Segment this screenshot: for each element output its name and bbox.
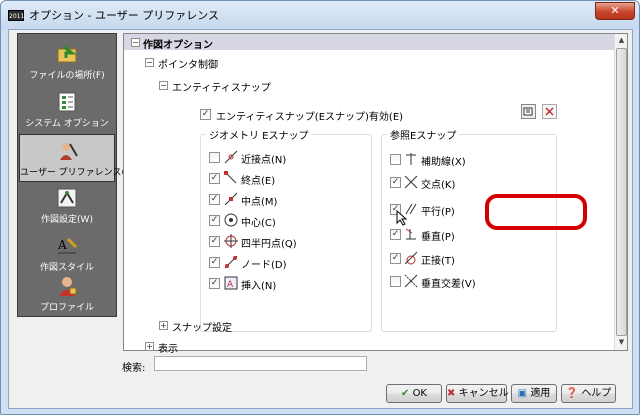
- tree-pointer-label[interactable]: ポインタ制御: [158, 56, 218, 71]
- profile-icon: [56, 275, 78, 297]
- midpoint-snap-icon: [224, 192, 238, 206]
- category-sidebar: ファイルの場所(F) システム オプション ユーザー プリファレンス(U) 作図…: [17, 33, 136, 318]
- folder-arrow-icon: [56, 43, 78, 65]
- scrollbar-thumb[interactable]: [616, 48, 627, 336]
- geometry-group-title: ジオメトリ Eスナップ: [206, 127, 312, 142]
- cancel-button-label: キャンセル: [458, 388, 509, 399]
- snap-perpendicular-label: 垂直(P): [421, 232, 455, 243]
- snap-nearest-checkbox[interactable]: [209, 152, 220, 163]
- svg-text:A: A: [57, 238, 67, 252]
- snap-tangent-checkbox[interactable]: ✓: [390, 253, 401, 264]
- help-icon: ❓: [565, 388, 579, 399]
- highlight-annotation: [485, 194, 587, 230]
- collapse-pointer-toggle[interactable]: −: [145, 58, 154, 67]
- sidebar-item-label: システム オプション: [25, 119, 109, 129]
- sidebar-item-label: ファイルの場所(F): [29, 71, 105, 81]
- check-icon: ✔: [400, 388, 410, 399]
- options-tree-panel: − 作図オプション − ポインタ制御 − エンティティスナップ ✓ エンティティ…: [123, 33, 628, 355]
- tree-root-label[interactable]: 作図オプション: [143, 36, 213, 51]
- expand-snap-settings-toggle[interactable]: +: [159, 321, 168, 330]
- cross-icon: ✖: [447, 388, 456, 399]
- apparent-intersection-snap-icon: [404, 274, 418, 288]
- snap-node-checkbox[interactable]: ✓: [209, 257, 220, 268]
- apply-icon: ▣: [517, 388, 528, 399]
- system-checklist-icon: [56, 91, 78, 113]
- svg-text:A: A: [227, 280, 234, 290]
- snap-midpoint-checkbox[interactable]: ✓: [209, 194, 220, 205]
- tree-display-label[interactable]: 表示: [158, 340, 178, 355]
- snap-center-checkbox[interactable]: ✓: [209, 215, 220, 226]
- extension-snap-icon: [404, 152, 418, 166]
- snap-perpendicular-checkbox[interactable]: ✓: [390, 229, 401, 240]
- snap-extension-checkbox[interactable]: [390, 154, 401, 165]
- scroll-up-arrow-icon[interactable]: ▲: [617, 36, 626, 46]
- sidebar-item-user-preferences[interactable]: ユーザー プリファレンス(U): [19, 134, 136, 182]
- sidebar-item-label: プロファイル: [39, 303, 94, 313]
- esnap-enable-label: エンティティスナップ(Eスナップ)有効(E): [216, 112, 404, 123]
- snap-endpoint-label: 終点(E): [241, 176, 276, 187]
- user-preferences-icon: [57, 140, 79, 162]
- ok-button[interactable]: ✔ OK: [386, 384, 442, 403]
- drafting-settings-icon: [56, 187, 78, 209]
- snap-center-label: 中心(C): [241, 218, 276, 229]
- search-input[interactable]: [154, 356, 367, 371]
- esnap-settings-button[interactable]: [521, 104, 536, 119]
- apply-button-label: 適用: [530, 388, 551, 399]
- center-snap-icon: [224, 213, 238, 227]
- app-icon: 2011: [8, 10, 24, 21]
- quadrant-snap-icon: [224, 234, 238, 248]
- snap-endpoint-checkbox[interactable]: ✓: [209, 173, 220, 184]
- nearest-snap-icon: [224, 150, 238, 164]
- snap-intersection-checkbox[interactable]: ✓: [390, 177, 401, 188]
- collapse-root-toggle[interactable]: −: [131, 38, 140, 47]
- node-snap-icon: [224, 255, 238, 269]
- sidebar-item-profile[interactable]: プロファイル: [19, 270, 115, 318]
- snap-apparent-intersection-label: 垂直交差(V): [421, 279, 476, 290]
- close-button[interactable]: ✕: [595, 2, 635, 20]
- ok-button-label: OK: [412, 388, 427, 399]
- sidebar-item-drafting-settings[interactable]: 作図設定(W): [19, 182, 115, 230]
- sidebar-item-label: ユーザー プリファレンス(U): [20, 168, 136, 178]
- snap-insert-label: 挿入(N): [241, 281, 277, 292]
- snap-midpoint-label: 中点(M): [241, 197, 278, 208]
- options-window: 2011 オプション - ユーザー プリファレンス ✕ ファイルの場所(F) シ…: [0, 0, 640, 415]
- snap-insert-checkbox[interactable]: ✓: [209, 278, 220, 289]
- scroll-down-arrow-icon[interactable]: ▼: [617, 338, 626, 348]
- tree-snap-settings-label[interactable]: スナップ設定: [172, 319, 232, 334]
- title-bar[interactable]: 2011 オプション - ユーザー プリファレンス ✕: [1, 1, 639, 29]
- esnap-enable-checkbox[interactable]: ✓: [200, 109, 211, 120]
- snap-node-label: ノード(D): [241, 260, 287, 271]
- collapse-esnap-toggle[interactable]: −: [159, 81, 168, 90]
- snap-parallel-label: 平行(P): [421, 207, 455, 218]
- drafting-style-icon: A: [56, 235, 78, 257]
- window-title: オプション - ユーザー プリファレンス: [29, 9, 220, 22]
- cancel-button[interactable]: ✖ キャンセル: [446, 384, 509, 403]
- insert-snap-icon: A: [224, 276, 238, 290]
- tree-esnap-label[interactable]: エンティティスナップ: [172, 79, 271, 94]
- sidebar-item-system-options[interactable]: システム オプション: [19, 86, 115, 134]
- intersection-snap-icon: [404, 175, 418, 189]
- tangent-snap-icon: [404, 251, 418, 265]
- help-button[interactable]: ❓ ヘルプ: [561, 384, 616, 403]
- search-label: 検索:: [122, 363, 146, 374]
- snap-intersection-label: 交点(K): [421, 180, 456, 191]
- expand-display-toggle[interactable]: +: [145, 342, 154, 351]
- esnap-clear-button[interactable]: [542, 104, 557, 119]
- sidebar-item-label: 作図設定(W): [41, 215, 93, 225]
- vertical-scrollbar[interactable]: ▲ ▼: [614, 34, 627, 350]
- snap-tangent-label: 正接(T): [421, 256, 455, 267]
- reference-group-title: 参照Eスナップ: [387, 127, 460, 142]
- snap-apparent-intersection-checkbox[interactable]: [390, 276, 401, 287]
- snap-nearest-label: 近接点(N): [241, 155, 287, 166]
- snap-quadrant-label: 四半円点(Q): [241, 239, 297, 250]
- dialog-body: ファイルの場所(F) システム オプション ユーザー プリファレンス(U) 作図…: [8, 29, 633, 409]
- endpoint-snap-icon: [224, 171, 238, 185]
- sidebar-item-file-locations[interactable]: ファイルの場所(F): [19, 38, 115, 86]
- snap-extension-label: 補助線(X): [421, 157, 466, 168]
- apply-button[interactable]: ▣ 適用: [511, 384, 557, 403]
- help-button-label: ヘルプ: [581, 388, 612, 399]
- mouse-cursor-icon: [396, 209, 408, 226]
- snap-quadrant-checkbox[interactable]: ✓: [209, 236, 220, 247]
- perpendicular-snap-icon: [404, 227, 418, 241]
